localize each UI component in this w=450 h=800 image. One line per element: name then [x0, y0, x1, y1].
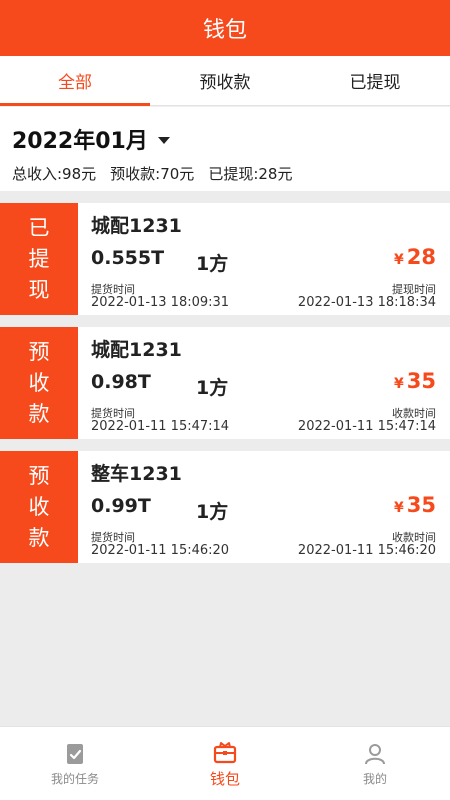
- route-name: 整车1231: [91, 463, 182, 485]
- amount-value: 28: [406, 245, 436, 269]
- tab-bar: 全部 预收款 已提现: [0, 56, 450, 106]
- currency-symbol: ¥: [394, 500, 404, 516]
- app-header: 钱包: [0, 0, 450, 56]
- nav-wallet[interactable]: 钱包: [150, 727, 300, 800]
- nav-label: 钱包: [209, 769, 240, 788]
- month-label: 2022年01月: [12, 129, 148, 154]
- summary-panel: 2022年01月 总收入:98元 预收款:70元 已提现:28元: [0, 107, 450, 191]
- pickup-time: 2022-01-11 15:46:20: [91, 543, 230, 558]
- status-char: 已: [28, 215, 50, 240]
- volume: 1方: [196, 253, 229, 275]
- task-icon: [67, 743, 83, 764]
- nav-tasks[interactable]: 我的任务: [0, 727, 150, 800]
- wallet-icon: [213, 741, 237, 763]
- record-card[interactable]: 预 收 款 城配1231 0.98T 1方 ¥35 提货时间 2022-01-1…: [0, 327, 450, 439]
- withdraw-time: 2022-01-13 18:18:34: [297, 295, 436, 310]
- status-char: 收: [28, 494, 50, 519]
- tab-label: 全部: [58, 73, 92, 93]
- receipt-time: 2022-01-11 15:47:14: [297, 419, 436, 434]
- weight: 0.555T: [91, 247, 165, 269]
- nav-label: 我的: [362, 771, 387, 786]
- tab-all[interactable]: 全部: [0, 56, 150, 106]
- amount: ¥35: [394, 493, 436, 517]
- status-char: 现: [28, 277, 50, 302]
- amount-value: 35: [406, 369, 436, 393]
- status-char: 款: [28, 401, 50, 426]
- prepaid-total: 预收款:70元: [110, 165, 195, 183]
- bottom-nav: 我的任务 钱包 我的: [0, 726, 450, 800]
- tab-label: 已提现: [349, 73, 401, 93]
- record-list: 已 提 现 城配1231 0.555T 1方 ¥28 提货时间 2022-01-…: [0, 191, 450, 726]
- currency-symbol: ¥: [394, 376, 404, 392]
- volume: 1方: [196, 377, 229, 399]
- record-card[interactable]: 预 收 款 整车1231 0.99T 1方 ¥35 提货时间 2022-01-1…: [0, 451, 450, 563]
- nav-label: 我的任务: [50, 771, 99, 786]
- volume: 1方: [196, 501, 229, 523]
- profile-icon: [365, 743, 385, 764]
- record-info: 整车1231 0.99T 1方 ¥35 提货时间 2022-01-11 15:4…: [78, 451, 450, 563]
- record-card[interactable]: 已 提 现 城配1231 0.555T 1方 ¥28 提货时间 2022-01-…: [0, 203, 450, 315]
- status-char: 收: [28, 370, 50, 395]
- status-badge: 已 提 现: [0, 203, 78, 315]
- status-badge: 预 收 款: [0, 327, 78, 439]
- total-income: 总收入:98元: [12, 165, 97, 183]
- status-char: 款: [28, 525, 50, 550]
- route-name: 城配1231: [91, 215, 182, 237]
- record-info: 城配1231 0.555T 1方 ¥28 提货时间 2022-01-13 18:…: [78, 203, 450, 315]
- status-char: 提: [28, 246, 50, 271]
- pickup-time: 2022-01-13 18:09:31: [91, 295, 230, 310]
- month-picker[interactable]: 2022年01月: [12, 123, 438, 155]
- amount: ¥28: [394, 245, 436, 269]
- status-char: 预: [28, 339, 50, 364]
- status-badge: 预 收 款: [0, 451, 78, 563]
- nav-profile[interactable]: 我的: [300, 727, 450, 800]
- currency-symbol: ¥: [394, 252, 404, 268]
- caret-down-icon: [157, 136, 170, 144]
- pickup-time: 2022-01-11 15:47:14: [91, 419, 230, 434]
- tab-label: 预收款: [199, 73, 251, 93]
- route-name: 城配1231: [91, 339, 182, 361]
- tab-withdrawn[interactable]: 已提现: [300, 56, 450, 105]
- totals-row: 总收入:98元 预收款:70元 已提现:28元: [12, 163, 438, 184]
- weight: 0.99T: [91, 495, 151, 517]
- receipt-time: 2022-01-11 15:46:20: [297, 543, 436, 558]
- amount: ¥35: [394, 369, 436, 393]
- record-info: 城配1231 0.98T 1方 ¥35 提货时间 2022-01-11 15:4…: [78, 327, 450, 439]
- weight: 0.98T: [91, 371, 151, 393]
- tab-prepaid[interactable]: 预收款: [150, 56, 300, 105]
- amount-value: 35: [406, 493, 436, 517]
- status-char: 预: [28, 463, 50, 488]
- page-title: 钱包: [202, 18, 247, 43]
- withdrawn-total: 已提现:28元: [208, 165, 293, 183]
